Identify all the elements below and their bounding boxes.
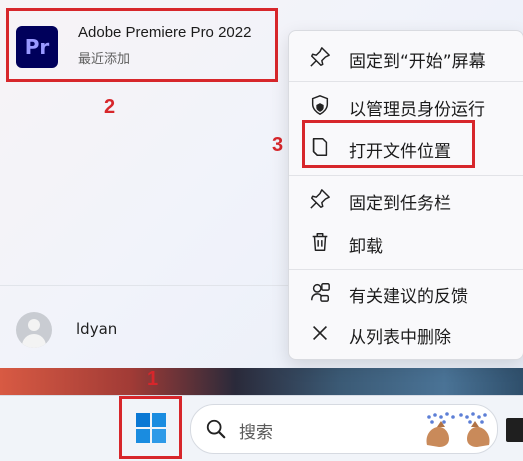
menu-uninstall[interactable]: 卸载: [289, 222, 523, 262]
trash-icon: [312, 233, 328, 251]
shield-icon: [311, 95, 329, 115]
menu-divider: [289, 269, 523, 270]
menu-label: 从列表中删除: [349, 328, 451, 348]
menu-divider: [289, 81, 523, 82]
menu-pin-to-taskbar[interactable]: 固定到任务栏: [289, 179, 523, 219]
menu-label: 以管理员身份运行: [349, 100, 485, 120]
highlight-box-start: [119, 396, 182, 459]
menu-label: 卸载: [349, 237, 383, 257]
menu-remove-from-list[interactable]: 从列表中删除: [289, 313, 523, 353]
avatar: [16, 312, 52, 348]
taskbar-search-box[interactable]: 搜索: [190, 404, 498, 454]
pin-icon: [310, 47, 330, 67]
desktop-wallpaper: [0, 368, 523, 395]
menu-label: 固定到“开始”屏幕: [349, 52, 486, 72]
step-number-1: 1: [147, 368, 159, 390]
highlight-box-open-location: [302, 120, 475, 168]
context-menu: 固定到“开始”屏幕 以管理员身份运行 打开文件位置 固定到任务栏 卸载 有关建议…: [288, 30, 523, 360]
step-number-3: 3: [272, 134, 284, 156]
search-icon: [206, 419, 226, 439]
pin-icon: [310, 189, 330, 209]
clapping-hands-icon: [426, 412, 490, 447]
menu-pin-to-start[interactable]: 固定到“开始”屏幕: [289, 37, 523, 77]
taskbar-app-icon[interactable]: [506, 418, 523, 442]
user-name: ldyan: [76, 320, 118, 338]
highlight-box-app: [6, 8, 278, 82]
step-number-2: 2: [104, 96, 116, 118]
menu-run-as-admin[interactable]: 以管理员身份运行: [289, 85, 523, 125]
menu-feedback[interactable]: 有关建议的反馈: [289, 272, 523, 312]
search-placeholder: 搜索: [239, 423, 273, 443]
menu-divider: [289, 175, 523, 176]
feedback-icon: [311, 283, 330, 302]
menu-label: 有关建议的反馈: [349, 287, 468, 307]
close-icon: [312, 325, 328, 341]
menu-label: 固定到任务栏: [349, 194, 451, 214]
